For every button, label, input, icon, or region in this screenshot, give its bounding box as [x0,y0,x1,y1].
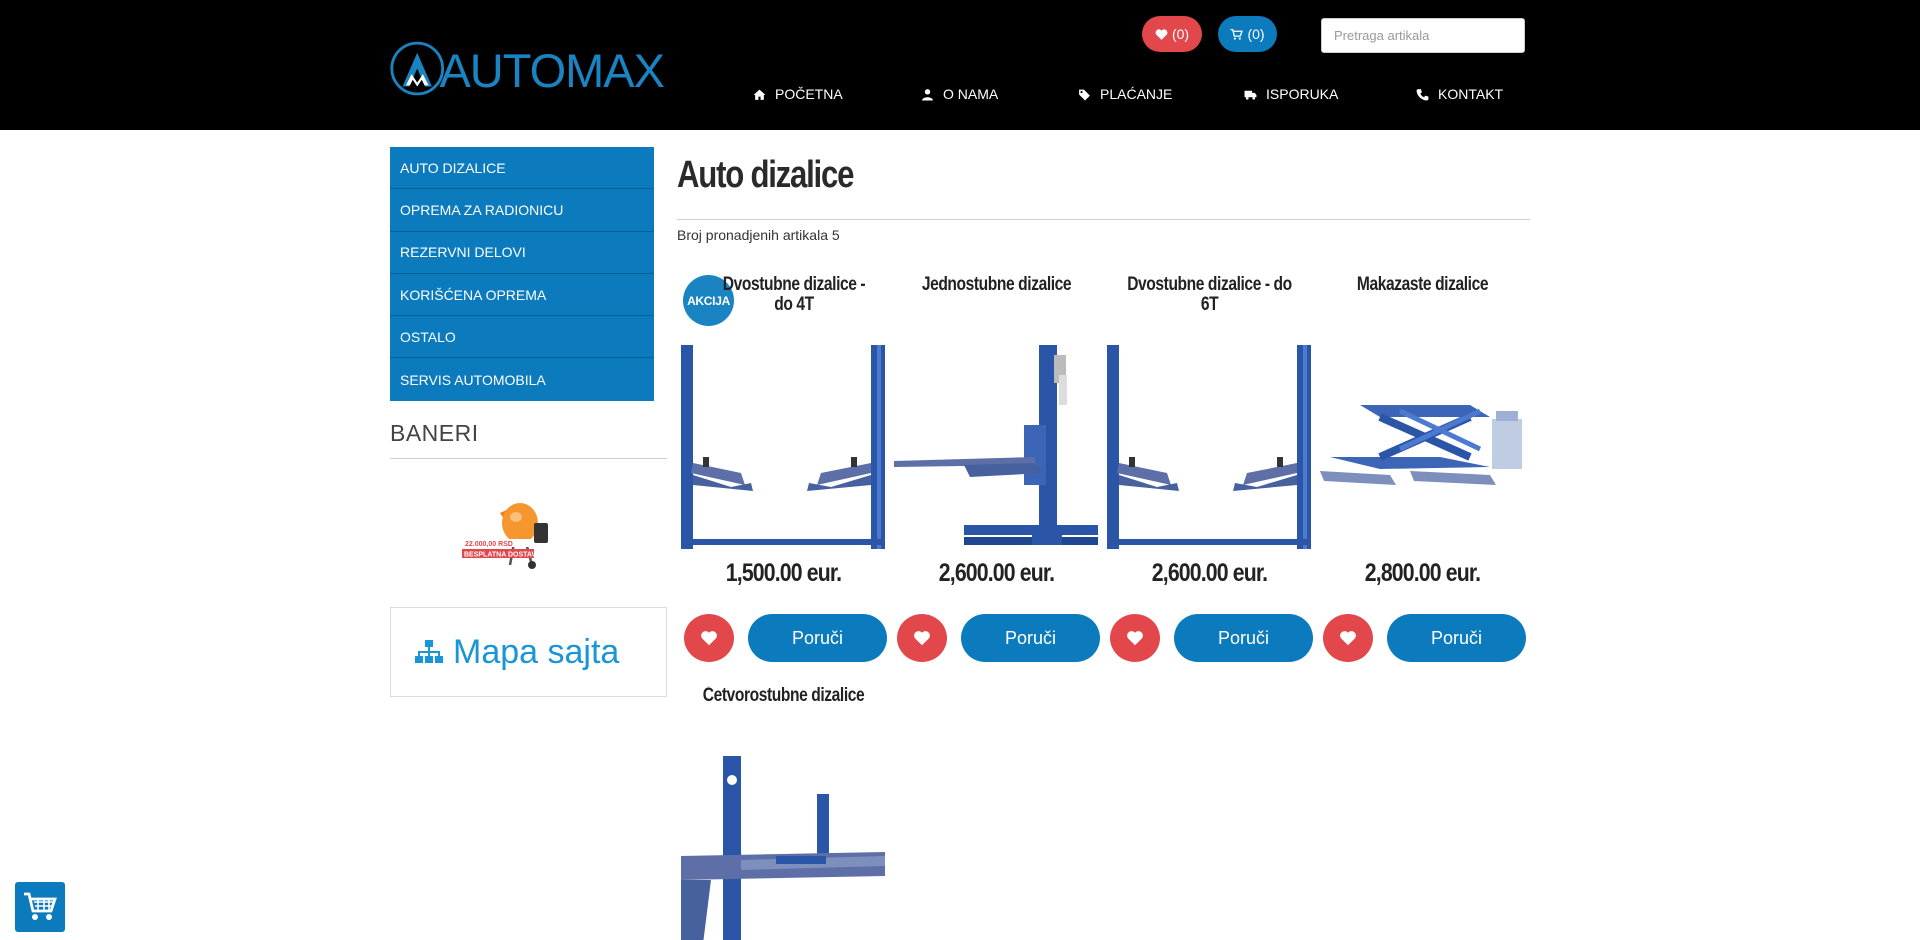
add-to-wishlist-button[interactable] [897,614,947,662]
site-logo[interactable]: AUTOMAX [389,20,665,116]
phone-icon [1416,88,1429,100]
cart-button[interactable]: (0) [1218,16,1277,52]
category-rezervni-delovi[interactable]: REZERVNI DELOVI [390,232,654,274]
wishlist-count: (0) [1171,26,1190,42]
banner-phone: 22.000,00 RSD [465,541,513,548]
product-price: 2,800.00 eur. [1364,559,1481,587]
add-to-wishlist-button[interactable] [684,614,734,662]
nav-o-nama[interactable]: O NAMA [921,82,998,106]
nav-pocetna[interactable]: POČETNA [753,82,843,106]
order-button[interactable]: Poruči [1174,614,1313,662]
home-icon [753,89,766,100]
add-to-wishlist-button[interactable] [1323,614,1373,662]
nav-label: PLAĆANJE [1100,86,1173,102]
two-post-lift-image[interactable] [681,345,885,549]
results-count: Broj pronadjenih artikala 5 [677,227,840,243]
nav-isporuka[interactable]: ISPORUKA [1244,82,1338,106]
heart-icon [914,631,930,646]
product-name[interactable]: Jednostubne dizalice [909,275,1084,295]
cart-count: (0) [1247,26,1265,42]
nav-label: O NAMA [943,86,999,102]
banner-caption: BESPLATNA DOSTAVA [464,552,541,559]
page-title: Auto dizalice [677,154,854,196]
category-auto-dizalice[interactable]: AUTO DIZALICE [390,147,654,190]
add-to-wishlist-button[interactable] [1110,614,1160,662]
nav-label: POČETNA [775,86,843,102]
heart-icon [1127,631,1143,646]
site-header: AUTOMAX (0) (0) POČETNA O NAMA PLAĆANJE … [0,0,1920,130]
category-ostalo[interactable]: OSTALO [390,316,654,359]
product-name[interactable]: Dvostubne dizalice - do 4T [716,275,872,315]
single-post-lift-image[interactable] [894,345,1098,549]
order-button[interactable]: Poruči [748,614,887,662]
heart-icon [701,631,717,646]
product-name[interactable]: Makazaste dizalice [1335,275,1510,295]
product-name[interactable]: Dvostubne dizalice - do 6T [1122,275,1297,315]
category-oprema-za-radionicu[interactable]: OPREMA ZA RADIONICU [390,189,654,232]
sitemap-link[interactable]: Mapa sajta [390,607,667,697]
heart-icon [1340,631,1356,646]
category-menu: AUTO DIZALICE OPREMA ZA RADIONICU REZERV… [390,147,654,401]
product-name[interactable]: Četvorostubne dizalice [696,686,871,706]
category-servis-automobila[interactable]: SERVIS AUTOMOBILA [390,358,654,400]
nav-label: ISPORUKA [1266,86,1339,102]
user-icon [922,88,933,100]
nav-label: KONTAKT [1438,86,1504,102]
wishlist-button[interactable]: (0) [1142,16,1202,52]
cart-icon [1230,28,1244,40]
shopping-cart-icon [24,892,57,920]
tag-icon [1079,89,1090,100]
nav-kontakt[interactable]: KONTAKT [1416,82,1503,106]
scissor-lift-image[interactable] [1320,345,1524,549]
banners-heading: BANERI [390,420,479,446]
search-input[interactable] [1321,18,1525,53]
nav-placanje[interactable]: PLAĆANJE [1078,82,1172,106]
truck-icon [1244,90,1257,100]
product-price: 2,600.00 eur. [1151,559,1268,587]
banners-divider [390,458,667,459]
floating-cart-button[interactable] [15,882,65,932]
two-post-lift-image[interactable] [1107,345,1311,549]
promo-banner[interactable]: 22.000,00 RSD BESPLATNA DOSTAVA [462,495,572,570]
heart-icon [1155,28,1168,40]
automax-logo-icon [390,41,445,95]
sitemap-label: Mapa sajta [453,632,620,671]
product-price: 1,500.00 eur. [725,559,842,587]
title-divider [677,219,1530,220]
category-koriscena-oprema[interactable]: KORIŠĆENA OPREMA [390,274,654,317]
order-button[interactable]: Poruči [961,614,1100,662]
logo-text: AUTOMAX [439,43,665,97]
sitemap-icon [415,640,443,663]
product-price: 2,600.00 eur. [938,559,1055,587]
order-button[interactable]: Poruči [1387,614,1526,662]
four-post-lift-image[interactable] [681,756,885,940]
product-card: Četvorostubne dizalice [677,686,890,940]
concrete-mixer-image: 22.000,00 RSD BESPLATNA DOSTAVA [462,503,548,569]
